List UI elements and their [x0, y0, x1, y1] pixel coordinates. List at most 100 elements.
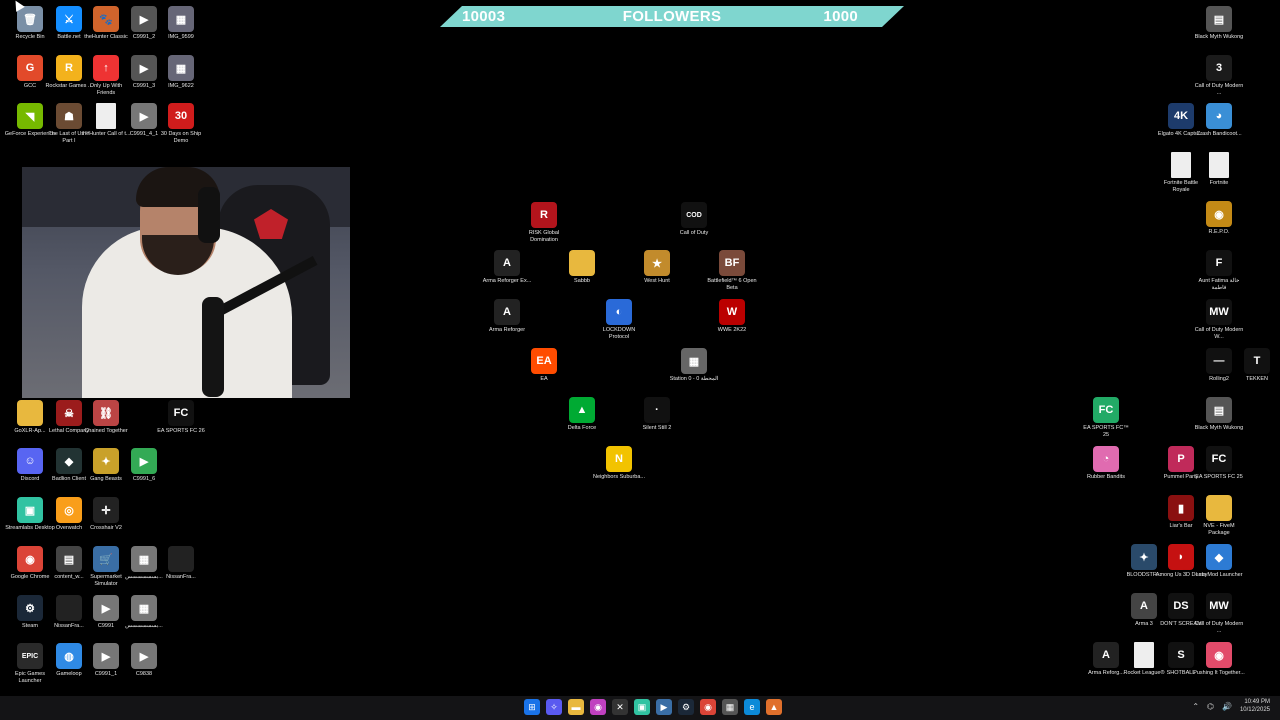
rubber-bandits-icon: ◔	[1093, 446, 1119, 472]
chrome-taskbar-icon[interactable]: ◉	[700, 699, 716, 715]
shortcut-label: C9991_3	[132, 83, 156, 89]
desktop-shortcut[interactable]: Sabbb	[556, 250, 608, 285]
shortcut-label: Call of Duty Modern W...	[1194, 327, 1244, 340]
desktop-shortcut[interactable]: ★ West Hunt	[631, 250, 683, 285]
gameloop-icon: ◍	[56, 643, 82, 669]
shortcut-label: Battle.net	[57, 34, 81, 40]
aunt-fatima-icon: F	[1206, 250, 1232, 276]
shortcut-label: SHOTBALL	[1166, 670, 1196, 676]
shortcut-label: EA	[540, 376, 548, 382]
desktop-shortcut[interactable]: A Arma Reforger	[481, 299, 533, 334]
headset	[198, 187, 220, 243]
desktop-shortcut[interactable]: ◆ LabyMod Launcher	[1193, 544, 1245, 579]
shortcut-label: Call of Duty Modern ...	[1194, 83, 1244, 96]
onlyup-icon: ↑	[93, 55, 119, 81]
recycle-bin-icon: 🗑	[17, 6, 43, 32]
desktop-shortcut[interactable]: COD Call of Duty	[668, 202, 720, 237]
bloodstrike-icon: ✦	[1131, 544, 1157, 570]
video-file-icon: ▶	[93, 595, 119, 621]
among-us-icon: ◗	[1168, 544, 1194, 570]
desktop-shortcut[interactable]: ▦ IMG_9599	[155, 6, 207, 41]
document-icon	[1209, 152, 1229, 178]
desktop-shortcut[interactable]: ◐ LOCKDOWN Protocol	[593, 299, 645, 341]
geforce-icon: ◥	[17, 103, 43, 129]
app-icon-2[interactable]: ✕	[612, 699, 628, 715]
risk-icon: R	[531, 202, 557, 228]
shortcut-label: Chained Together	[84, 428, 128, 434]
document-icon	[1171, 152, 1191, 178]
desktop-shortcut[interactable]: ◔ Rubber Bandits	[1080, 446, 1132, 481]
desktop-shortcut[interactable]: ▶ C9991_6	[118, 448, 170, 483]
media-icon[interactable]: ▶	[656, 699, 672, 715]
image-file-icon: ▦	[131, 595, 157, 621]
shortcut-label: LabyMod Launcher	[1195, 572, 1243, 578]
shortcut-label: Neighbors Suburba...	[593, 474, 645, 480]
desktop-shortcut[interactable]: 30 30 Days on Ship Demo	[155, 103, 207, 145]
desktop-shortcut[interactable]: MW Call of Duty Modern ...	[1193, 593, 1245, 635]
discord-icon: ☺	[17, 448, 43, 474]
app-icon-4[interactable]: ▲	[766, 699, 782, 715]
desktop-shortcut[interactable]: FC EA SPORTS FC 26	[155, 400, 207, 435]
desktop-shortcut[interactable]: FC EA SPORTS FC™ 25	[1080, 397, 1132, 439]
shotball-icon: S	[1168, 642, 1194, 668]
desktop-shortcut[interactable]: ▶ C9838	[118, 643, 170, 678]
lethal-company-icon: ☠	[56, 400, 82, 426]
microphone	[202, 297, 224, 397]
desktop-shortcut[interactable]: R RISK Global Domination	[518, 202, 570, 244]
start-icon[interactable]: ⊞	[524, 699, 540, 715]
desktop-shortcut[interactable]: ▦ IMG_9622	[155, 55, 207, 90]
desktop-shortcut[interactable]: NVE - FiveM Package	[1193, 495, 1245, 537]
content-icon: ▤	[56, 546, 82, 572]
streamlabs-taskbar-icon[interactable]: ▣	[634, 699, 650, 715]
shortcut-label: C9991_6	[132, 476, 156, 482]
desktop-shortcut[interactable]: · Silent Still 2	[631, 397, 683, 432]
desktop-shortcut[interactable]: W WWE 2K22	[706, 299, 758, 334]
chevron-up-icon[interactable]: ⌃	[1192, 702, 1199, 711]
desktop-shortcut[interactable]: T TEKKEN	[1231, 348, 1280, 383]
shortcut-label: RISK Global Domination	[528, 230, 560, 243]
shortcut-label: C9838	[135, 671, 153, 677]
app-icon[interactable]: ◉	[590, 699, 606, 715]
desktop-shortcut[interactable]: ⛓ Chained Together	[80, 400, 132, 435]
copilot-icon[interactable]: ✧	[546, 699, 562, 715]
west-hunt-icon: ★	[644, 250, 670, 276]
desktop-shortcut[interactable]: BF Battlefield™ 6 Open Beta	[706, 250, 758, 292]
desktop-shortcut[interactable]: ▦ بسسسسسس...	[118, 595, 170, 630]
desktop-shortcut[interactable]: N Neighbors Suburba...	[593, 446, 645, 481]
desktop-shortcut[interactable]: ▲ Delta Force	[556, 397, 608, 432]
desktop-shortcut[interactable]: Fortnite	[1193, 152, 1245, 187]
desktop-shortcut[interactable]: FC EA SPORTS FC 25	[1193, 446, 1245, 481]
desktop-shortcut[interactable]: EA EA	[518, 348, 570, 383]
mw-icon: MW	[1206, 299, 1232, 325]
file-explorer-icon[interactable]: ▬	[568, 699, 584, 715]
desktop-shortcut[interactable]: NissanFra...	[155, 546, 207, 581]
edge-icon[interactable]: e	[744, 699, 760, 715]
desktop-shortcut[interactable]: ▦ Station 0 - المحطة 0	[668, 348, 720, 383]
folder-icon	[569, 250, 595, 276]
desktop-shortcut[interactable]: ◉ R.E.P.O.	[1193, 201, 1245, 236]
arma-icon: A	[494, 299, 520, 325]
desktop-shortcut[interactable]: A Arma Reforger Ex...	[481, 250, 533, 285]
shortcut-label: GCC	[23, 83, 37, 89]
volume-icon[interactable]: 🔊	[1222, 702, 1232, 711]
image-file-icon: ▦	[168, 6, 194, 32]
desktop-shortcut[interactable]: ◕ Crash Bandicoot...	[1193, 103, 1245, 138]
desktop-shortcut[interactable]: ◉ Pushing It Together...	[1193, 642, 1245, 677]
desktop-shortcut[interactable]: ▤ Black Myth Wukong	[1193, 397, 1245, 432]
desktop-shortcut[interactable]: F Aunt Fatima خالة فاطمة	[1193, 250, 1245, 292]
app-icon-3[interactable]: ▦	[722, 699, 738, 715]
desktop-shortcut[interactable]: ▤ Black Myth Wukong	[1193, 6, 1245, 41]
mw-icon: MW	[1206, 593, 1232, 619]
steam-taskbar-icon[interactable]: ⚙	[678, 699, 694, 715]
desktop-shortcut[interactable]: MW Call of Duty Modern W...	[1193, 299, 1245, 341]
shortcut-label: EA SPORTS FC™ 25	[1083, 425, 1129, 438]
silent-still-icon: ·	[644, 397, 670, 423]
ea-icon: EA	[531, 348, 557, 374]
clock[interactable]: 10:49 PM 10/12/2025	[1240, 698, 1270, 714]
shortcut-label: Battlefield™ 6 Open Beta	[707, 278, 757, 291]
desktop-shortcut[interactable]: ✛ Crosshair V2	[80, 497, 132, 532]
network-icon[interactable]: ⌬	[1207, 702, 1214, 711]
pummel-party-icon: P	[1168, 446, 1194, 472]
desktop-shortcut[interactable]: 3 Call of Duty Modern ...	[1193, 55, 1245, 97]
shortcut-label: TEKKEN	[1245, 376, 1268, 382]
